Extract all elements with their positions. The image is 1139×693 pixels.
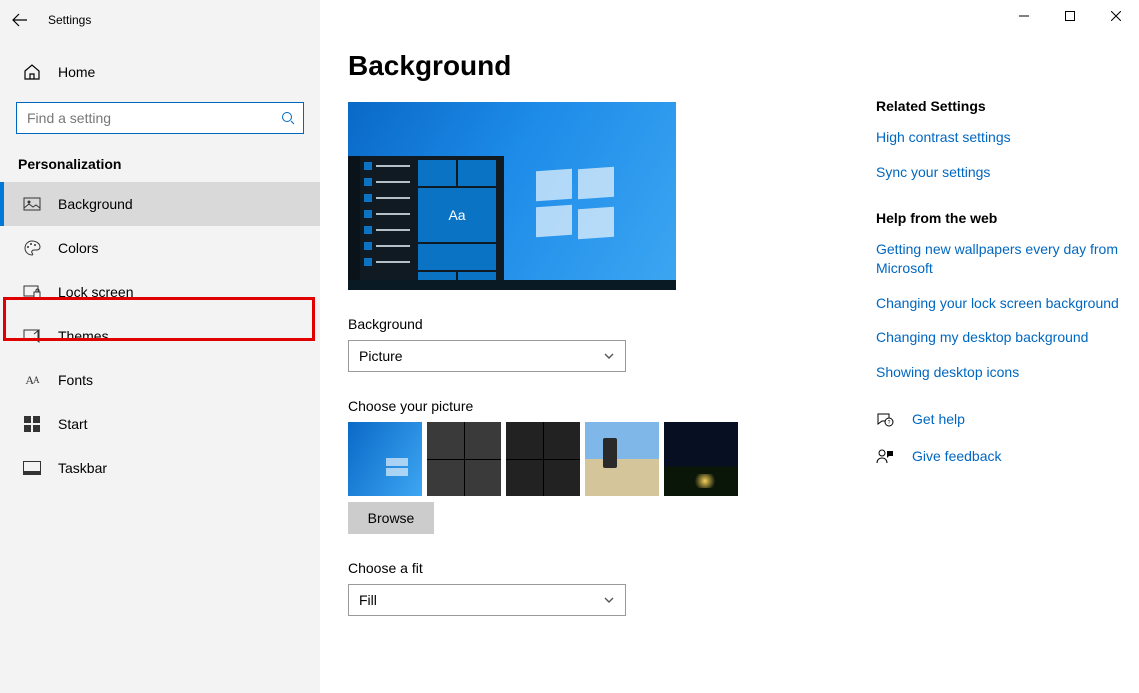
home-nav[interactable]: Home [0, 52, 320, 92]
link-high-contrast[interactable]: High contrast settings [876, 128, 1136, 147]
window: Settings Home Personaliz [0, 0, 1139, 693]
desktop-preview: Aa [348, 102, 676, 290]
fit-dropdown-value: Fill [359, 592, 377, 608]
fit-dropdown[interactable]: Fill [348, 584, 626, 616]
search-input[interactable] [25, 109, 281, 127]
nav-item-start[interactable]: Start [0, 402, 320, 446]
minimize-button[interactable] [1001, 0, 1047, 32]
link-lock-screen-bg[interactable]: Changing your lock screen background [876, 294, 1136, 313]
preview-taskbar [348, 280, 676, 290]
related-settings-heading: Related Settings [876, 98, 1136, 114]
preview-start-menu: Aa [348, 156, 504, 280]
nav-label: Start [58, 416, 88, 432]
thumbnail-photo-collage-dark[interactable] [506, 422, 580, 496]
nav-list: Background Colors Lock screen Themes [0, 182, 320, 490]
picture-icon [22, 194, 42, 214]
close-icon [1111, 11, 1121, 21]
link-new-wallpapers[interactable]: Getting new wallpapers every day from Mi… [876, 240, 1136, 278]
related-settings-group: Related Settings High contrast settings … [876, 98, 1136, 182]
thumbnail-photo-collage-bw[interactable] [427, 422, 501, 496]
feedback-icon [876, 448, 894, 466]
home-icon [22, 62, 42, 82]
search-box[interactable] [16, 102, 304, 134]
nav-item-colors[interactable]: Colors [0, 226, 320, 270]
maximize-button[interactable] [1047, 0, 1093, 32]
minimize-icon [1019, 11, 1029, 21]
nav-label: Lock screen [58, 284, 133, 300]
right-rail: Related Settings High contrast settings … [876, 50, 1136, 693]
home-label: Home [58, 64, 95, 80]
search-wrap [0, 92, 320, 142]
window-controls [1001, 0, 1139, 32]
link-desktop-icons[interactable]: Showing desktop icons [876, 363, 1136, 382]
taskbar-icon [22, 458, 42, 478]
nav-label: Colors [58, 240, 98, 256]
fit-dropdown-label: Choose a fit [348, 560, 828, 576]
windows-logo-icon [536, 170, 614, 236]
background-dropdown-value: Picture [359, 348, 403, 364]
help-from-web-group: Help from the web Getting new wallpapers… [876, 210, 1136, 382]
sidebar: Home Personalization Background Colors [0, 0, 320, 693]
section-heading: Personalization [0, 142, 320, 182]
titlebar: Settings [0, 0, 1139, 40]
nav-label: Taskbar [58, 460, 107, 476]
maximize-icon [1065, 11, 1075, 21]
back-arrow-icon [12, 12, 28, 28]
thumbnail-beach-rocks[interactable] [585, 422, 659, 496]
chevron-down-icon [603, 350, 615, 362]
back-button[interactable] [0, 0, 40, 40]
nav-label: Themes [58, 328, 109, 344]
page-title: Background [348, 50, 828, 82]
svg-text:?: ? [888, 420, 891, 426]
browse-button[interactable]: Browse [348, 502, 434, 534]
main-area: Background Aa [320, 0, 1139, 693]
content-column: Background Aa [348, 50, 828, 693]
preview-sample-text: Aa [418, 188, 496, 242]
start-icon [22, 414, 42, 434]
close-button[interactable] [1093, 0, 1139, 32]
get-help-row: ? Get help [876, 410, 1136, 429]
background-dropdown-label: Background [348, 316, 828, 332]
nav-label: Fonts [58, 372, 93, 388]
nav-item-taskbar[interactable]: Taskbar [0, 446, 320, 490]
help-from-web-heading: Help from the web [876, 210, 1136, 226]
give-feedback-row: Give feedback [876, 447, 1136, 466]
nav-label: Background [58, 196, 133, 212]
chevron-down-icon [603, 594, 615, 606]
nav-item-fonts[interactable]: AA Fonts [0, 358, 320, 402]
window-title: Settings [48, 13, 91, 27]
link-desktop-bg[interactable]: Changing my desktop background [876, 328, 1136, 347]
choose-picture-label: Choose your picture [348, 398, 828, 414]
link-get-help[interactable]: Get help [912, 410, 965, 429]
lockscreen-icon [22, 282, 42, 302]
chat-icon: ? [876, 411, 894, 429]
background-dropdown[interactable]: Picture [348, 340, 626, 372]
fonts-icon: AA [22, 370, 42, 390]
link-give-feedback[interactable]: Give feedback [912, 447, 1002, 466]
nav-item-background[interactable]: Background [0, 182, 320, 226]
thumbnail-windows-default[interactable] [348, 422, 422, 496]
themes-icon [22, 326, 42, 346]
thumbnail-night-tent[interactable] [664, 422, 738, 496]
nav-item-themes[interactable]: Themes [0, 314, 320, 358]
link-sync-settings[interactable]: Sync your settings [876, 163, 1136, 182]
browse-label: Browse [368, 510, 415, 526]
search-icon [281, 111, 295, 125]
palette-icon [22, 238, 42, 258]
picture-thumbnails [348, 422, 828, 496]
nav-item-lock-screen[interactable]: Lock screen [0, 270, 320, 314]
